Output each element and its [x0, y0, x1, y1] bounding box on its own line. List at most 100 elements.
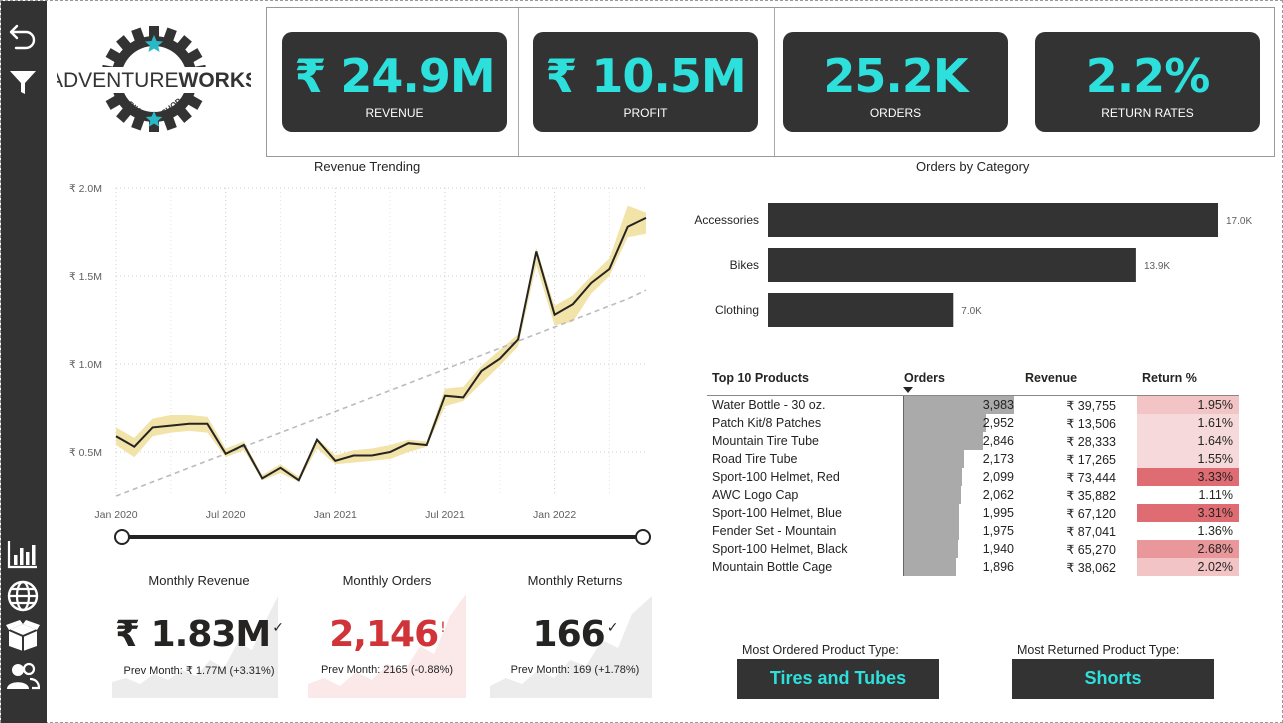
product-name-cell: Mountain Tire Tube: [712, 434, 820, 448]
product-name-cell: Patch Kit/8 Patches: [712, 416, 822, 430]
most-returned-label: Most Returned Product Type:: [1017, 643, 1180, 657]
table-row[interactable]: Water Bottle - 30 oz. 3,983 ₹ 39,755 1.95%: [707, 396, 1239, 414]
most-ordered-box: Most Ordered Product Type: Tires and Tub…: [737, 643, 939, 699]
users-icon[interactable]: [6, 659, 41, 693]
divider: [518, 8, 519, 156]
orders-databar: [904, 504, 960, 522]
return-cell: 1.11%: [1198, 488, 1233, 502]
x-tick-label: Jan 2022: [533, 509, 576, 521]
table-row[interactable]: Mountain Bottle Cage 1,896 ₹ 38,062 2.02%: [707, 558, 1239, 576]
slider-track[interactable]: [122, 535, 643, 539]
dashboard-canvas: ADVENTUREWORKS BIKE SHOP ₹ 24.9M REVENUE…: [0, 0, 1283, 723]
x-tick-label: Jan 2021: [314, 509, 357, 521]
kpi-strip: ₹ 24.9M REVENUE ₹ 10.5M PROFIT 25.2K ORD…: [266, 7, 1275, 157]
forecast-band: [116, 205, 646, 482]
kpi-value: 25.2K: [823, 49, 968, 103]
table-row[interactable]: Sport-100 Helmet, Red 2,099 ₹ 73,444 3.33%: [707, 468, 1239, 486]
kpi-value: ₹ 10.5M: [545, 49, 746, 103]
globe-icon[interactable]: [6, 579, 40, 613]
orders-cell: 2,173: [982, 452, 1014, 466]
side-nav: [1, 1, 47, 723]
table-header: Top 10 Products Orders Revenue Return %: [707, 366, 1239, 396]
kpi-label: RETURN RATES: [1101, 106, 1194, 120]
kpi-card-revenue[interactable]: ₹ 24.9M REVENUE: [282, 32, 507, 132]
kpi-card-orders[interactable]: 25.2K ORDERS: [783, 32, 1008, 132]
category-bar[interactable]: [768, 293, 954, 327]
column-header-revenue[interactable]: Revenue: [1025, 371, 1077, 385]
table-row[interactable]: Sport-100 Helmet, Blue 1,995 ₹ 67,120 3.31%: [707, 504, 1239, 522]
top-products-table[interactable]: Top 10 Products Orders Revenue Return % …: [707, 366, 1239, 576]
category-label: Accessories: [694, 213, 759, 227]
most-returned-box: Most Returned Product Type: Shorts: [1012, 643, 1214, 699]
monthly-revenue-card[interactable]: Monthly Revenue ₹ 1.83M ✓ Prev Month: ₹ 1…: [106, 566, 292, 698]
orders-by-category-title: Orders by Category: [916, 159, 1030, 174]
monthly-prev: Prev Month: 169 (+1.78%): [510, 664, 640, 676]
table-row[interactable]: Road Tire Tube 2,173 ₹ 17,265 1.55%: [707, 450, 1239, 468]
table-row[interactable]: Mountain Tire Tube 2,846 ₹ 28,333 1.64%: [707, 432, 1239, 450]
monthly-title: Monthly Orders: [342, 573, 432, 588]
slider-start-handle[interactable]: [114, 529, 130, 545]
bar-chart-icon[interactable]: [6, 537, 40, 571]
orders-databar: [904, 558, 957, 576]
revenue-cell: ₹ 35,882: [1066, 489, 1116, 503]
revenue-cell: ₹ 73,444: [1066, 471, 1116, 485]
check-icon: ✓: [606, 620, 619, 636]
revenue-trending-title: Revenue Trending: [314, 159, 421, 174]
revenue-cell: ₹ 39,755: [1066, 399, 1116, 413]
sort-desc-icon[interactable]: [903, 387, 913, 393]
table-row[interactable]: Fender Set - Mountain 1,975 ₹ 87,041 1.36%: [707, 522, 1239, 540]
kpi-label: REVENUE: [365, 106, 424, 120]
return-cell: 2.68%: [1197, 542, 1233, 556]
return-cell: 1.61%: [1197, 416, 1233, 430]
svg-text:ADVENTUREWORKS: ADVENTUREWORKS: [57, 69, 251, 92]
revenue-cell: ₹ 28,333: [1066, 435, 1116, 449]
kpi-label: PROFIT: [623, 106, 668, 120]
x-tick-label: Jul 2020: [206, 509, 246, 521]
monthly-returns-card[interactable]: Monthly Returns 166 ✓ Prev Month: 169 (+1…: [482, 566, 668, 698]
date-range-slider[interactable]: [114, 528, 651, 546]
orders-databar: [904, 486, 961, 504]
slider-end-handle[interactable]: [635, 529, 651, 545]
orders-databar: [904, 522, 959, 540]
back-arrow-icon[interactable]: [6, 19, 40, 53]
most-ordered-value[interactable]: Tires and Tubes: [737, 659, 939, 699]
monthly-title: Monthly Revenue: [148, 573, 250, 588]
product-name-cell: Road Tire Tube: [712, 452, 798, 466]
product-name-cell: Water Bottle - 30 oz.: [712, 398, 826, 412]
filter-icon[interactable]: [6, 65, 40, 99]
column-header-return[interactable]: Return %: [1142, 371, 1197, 385]
monthly-orders-card[interactable]: Monthly Orders 2,146! Prev Month: 2165 (…: [294, 566, 480, 698]
revenue-cell: ₹ 13,506: [1066, 417, 1116, 431]
revenue-cell: ₹ 17,265: [1066, 453, 1116, 467]
orders-by-category-chart[interactable]: Accessories 17.0K Bikes 13.9K Clothing 7.0K: [691, 191, 1271, 341]
table-body: Water Bottle - 30 oz. 3,983 ₹ 39,755 1.95% P…: [707, 396, 1239, 576]
revenue-trending-chart[interactable]: ₹ 2.0M ₹ 1.5M ₹ 1.0M ₹ 0.5M Jan 2020 Jul 2020…: [61, 176, 661, 526]
column-header-product[interactable]: Top 10 Products: [712, 371, 809, 385]
kpi-card-return-rates[interactable]: 2.2% RETURN RATES: [1035, 32, 1260, 132]
orders-cell: 1,940: [982, 542, 1014, 556]
table-row[interactable]: AWC Logo Cap 2,062 ₹ 35,882 1.11%: [707, 486, 1239, 504]
divider: [903, 396, 904, 576]
most-returned-value[interactable]: Shorts: [1012, 659, 1214, 699]
column-header-orders[interactable]: Orders: [904, 371, 945, 385]
revenue-cell: ₹ 38,062: [1066, 561, 1116, 575]
category-label: Clothing: [715, 303, 759, 317]
kpi-card-profit[interactable]: ₹ 10.5M PROFIT: [533, 32, 758, 132]
category-bar[interactable]: [768, 203, 1218, 237]
product-name-cell: Sport-100 Helmet, Black: [712, 542, 848, 556]
product-name-cell: Sport-100 Helmet, Blue: [712, 506, 842, 520]
box-icon[interactable]: [6, 619, 40, 653]
monthly-value: 2,146!: [329, 614, 446, 655]
y-tick-label: ₹ 2.0M: [69, 183, 102, 195]
category-bar[interactable]: [768, 248, 1136, 282]
table-row[interactable]: Sport-100 Helmet, Black 1,940 ₹ 65,270 2.68…: [707, 540, 1239, 558]
revenue-cell: ₹ 67,120: [1066, 507, 1116, 521]
orders-cell: 1,995: [982, 506, 1014, 520]
kpi-value: ₹ 24.9M: [294, 49, 495, 103]
orders-cell: 2,099: [982, 470, 1014, 484]
monthly-prev: Prev Month: ₹ 1.77M (+3.31%): [123, 665, 275, 677]
x-tick-label: Jan 2020: [94, 509, 137, 521]
warning-icon: !: [440, 620, 446, 636]
table-row[interactable]: Patch Kit/8 Patches 2,952 ₹ 13,506 1.61%: [707, 414, 1239, 432]
category-label: Bikes: [730, 258, 759, 272]
